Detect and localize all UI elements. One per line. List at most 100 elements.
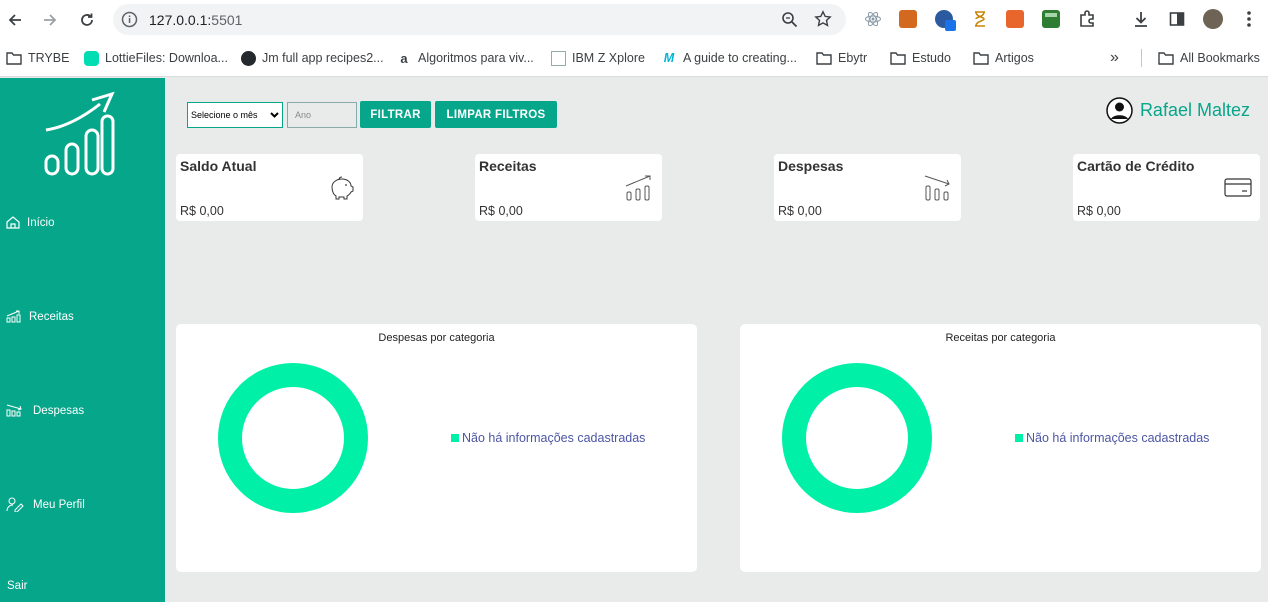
panel-despesas-categoria: Despesas por categoria Não há informaçõe… (176, 324, 697, 572)
sidebar-item-label: Sair (7, 580, 28, 592)
hourglass-extension-icon[interactable] (971, 10, 989, 28)
donut-ring (782, 363, 932, 513)
card-despesas: Despesas R$ 0,00 (774, 154, 961, 221)
chart-down-icon (924, 175, 950, 201)
bookmarks-bar: TRYBE LottieFiles: Downloa... Jm full ap… (0, 40, 1268, 77)
bookmark-item[interactable]: Ebytr (816, 49, 867, 67)
extensions-puzzle-icon[interactable] (1077, 9, 1097, 29)
panel-title: Despesas por categoria (378, 332, 495, 344)
folder-icon (816, 50, 832, 66)
piggy-bank-icon (331, 176, 354, 200)
filter-button[interactable]: FILTRAR (360, 101, 431, 128)
clear-filters-button[interactable]: LIMPAR FILTROS (435, 101, 557, 128)
card-value: R$ 0,00 (1077, 204, 1121, 218)
ibm-icon (550, 50, 566, 66)
chart-legend[interactable]: Não há informações cadastradas (451, 431, 645, 445)
forward-button[interactable] (38, 8, 62, 32)
card-cartao-credito: Cartão de Crédito R$ 0,00 (1073, 154, 1260, 221)
more-bookmarks-button[interactable]: » (1110, 49, 1119, 67)
calculator-extension-icon[interactable] (1042, 10, 1060, 28)
sidebar-item-meu-perfil[interactable]: Meu Perfil (6, 497, 85, 512)
reload-icon (81, 13, 93, 26)
card-title: Cartão de Crédito (1077, 158, 1195, 174)
month-select[interactable]: Selecione o mês (187, 101, 283, 128)
sidebar-item-inicio[interactable]: Início (6, 216, 55, 229)
bookmark-item[interactable]: IBM Z Xplore (550, 49, 645, 67)
bookmarks-divider (1141, 49, 1142, 67)
card-saldo-atual: Saldo Atual R$ 0,00 (176, 154, 363, 221)
user-profile[interactable]: Rafael Maltez (1106, 97, 1250, 124)
glasses-extension-icon[interactable] (1006, 10, 1024, 28)
finance-logo-icon (44, 91, 115, 176)
bookmark-star-icon[interactable] (814, 10, 832, 28)
card-title: Receitas (479, 158, 537, 174)
legend-swatch (1015, 434, 1023, 442)
back-button[interactable] (3, 8, 27, 32)
sidebar-item-sair[interactable]: Sair (7, 580, 27, 592)
folder-icon (1158, 50, 1174, 66)
donut-ring (218, 363, 368, 513)
user-edit-icon (6, 497, 24, 512)
bookmark-item[interactable]: a Algoritmos para viv... (396, 49, 533, 67)
chart-legend[interactable]: Não há informações cadastradas (1015, 431, 1209, 445)
reload-button[interactable] (75, 8, 99, 32)
card-title: Saldo Atual (180, 158, 257, 174)
url-text: 127.0.0.1:5501 (149, 12, 243, 28)
sidebar-item-despesas[interactable]: Despesas (6, 404, 84, 417)
bookmark-item[interactable]: Estudo (890, 49, 951, 67)
browser-toolbar: 127.0.0.1:5501 (0, 0, 1268, 40)
year-input[interactable]: Ano (287, 101, 357, 128)
github-icon (240, 50, 256, 66)
bookmark-item[interactable]: M A guide to creating... (661, 49, 797, 67)
profile-avatar-icon[interactable] (1203, 9, 1223, 29)
back-arrow-icon (8, 14, 21, 26)
site-info-icon[interactable] (121, 11, 138, 28)
card-value: R$ 0,00 (180, 204, 224, 218)
sidebar-item-label: Receitas (29, 310, 74, 323)
download-icon[interactable] (1131, 9, 1151, 29)
panel-receitas-categoria: Receitas por categoria Não há informaçõe… (740, 324, 1261, 572)
home-icon (6, 216, 20, 229)
card-title: Despesas (778, 158, 844, 174)
menu-dots-icon[interactable] (1239, 9, 1259, 29)
lottiefiles-icon (83, 50, 99, 66)
sidebar: Início Receitas Despesas Meu Perfil Sair (0, 78, 165, 602)
address-bar[interactable]: 127.0.0.1:5501 (113, 4, 846, 35)
folder-icon (6, 50, 22, 66)
sidebar-item-label: Início (27, 216, 55, 229)
filter-bar: Selecione o mês Ano FILTRAR LIMPAR FILTR… (187, 101, 557, 128)
sidebar-item-label: Despesas (33, 404, 85, 417)
bookmark-item[interactable]: Jm full app recipes2... (240, 49, 384, 67)
credit-card-icon (1224, 178, 1252, 197)
side-panel-icon[interactable] (1167, 9, 1187, 29)
donut-chart (782, 363, 932, 513)
legend-label: Não há informações cadastradas (1026, 431, 1210, 445)
forward-arrow-icon (44, 14, 57, 26)
bookmark-item[interactable]: Artigos (973, 49, 1034, 67)
folder-icon (890, 50, 906, 66)
sidebar-item-receitas[interactable]: Receitas (6, 310, 74, 323)
bookmark-item[interactable]: LottieFiles: Downloa... (83, 49, 228, 67)
colorzilla-extension-icon[interactable] (935, 10, 956, 31)
user-name: Rafael Maltez (1139, 100, 1250, 120)
amazon-icon: a (400, 50, 408, 66)
user-avatar-icon (1106, 97, 1133, 124)
bookmark-item[interactable]: TRYBE (6, 49, 69, 67)
card-value: R$ 0,00 (778, 204, 822, 218)
chart-down-icon (6, 404, 22, 417)
zoom-icon[interactable] (781, 11, 798, 28)
book-extension-icon[interactable] (899, 10, 917, 28)
folder-icon (973, 50, 989, 66)
main-content: Selecione o mês Ano FILTRAR LIMPAR FILTR… (165, 78, 1268, 602)
all-bookmarks-button[interactable]: All Bookmarks (1158, 49, 1260, 67)
guide-icon: M (663, 51, 675, 65)
chart-up-icon (625, 175, 651, 201)
card-value: R$ 0,00 (479, 204, 523, 218)
react-devtools-icon[interactable] (864, 10, 882, 28)
donut-chart (218, 363, 368, 513)
legend-label: Não há informações cadastradas (462, 431, 646, 445)
sidebar-item-label: Meu Perfil (33, 498, 85, 511)
legend-swatch (451, 434, 459, 442)
panel-title: Receitas por categoria (945, 332, 1056, 344)
chevron-down-icon (270, 111, 279, 118)
